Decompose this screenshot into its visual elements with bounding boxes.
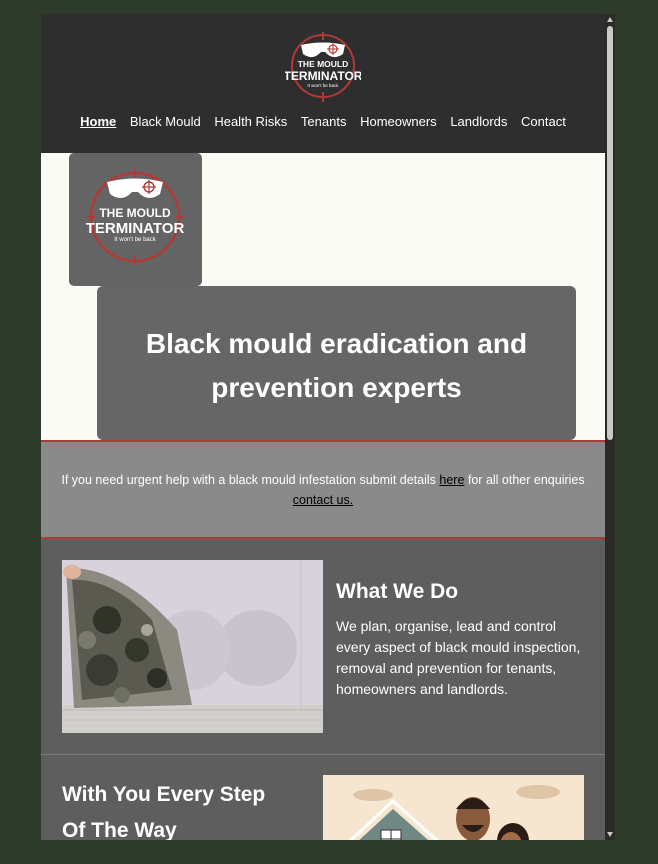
urgent-help-link[interactable]: here — [439, 473, 464, 487]
scroll-down-icon[interactable] — [607, 832, 613, 837]
hero-section: THE MOULD TERMINATOR It won't be back Bl… — [41, 153, 605, 440]
scroll-up-icon[interactable] — [607, 17, 613, 22]
browser-viewport: THE MOULD TERMINATOR It won't be back Ho… — [41, 14, 605, 840]
logo-tagline: It won't be back — [307, 83, 339, 88]
nav-landlords[interactable]: Landlords — [450, 114, 507, 129]
hero-heading: Black mould eradication and prevention e… — [97, 322, 576, 410]
logo-line2: TERMINATOR — [285, 69, 361, 83]
mouldy-wallpaper-image — [62, 560, 323, 733]
every-step-title-line1: With You Every Step — [62, 783, 266, 806]
urgent-notice: If you need urgent help with a black mou… — [41, 442, 605, 537]
logo-line1: THE MOULD — [298, 59, 349, 69]
notice-text: If you need urgent help with a black mou… — [51, 470, 595, 510]
what-we-do-title: What We Do — [336, 580, 459, 603]
notice-text-middle: for all other enquiries — [464, 473, 585, 487]
hero-logo: THE MOULD TERMINATOR It won't be back — [69, 153, 202, 286]
hero-heading-line1: Black mould eradication and — [145, 328, 528, 359]
nav-black-mould[interactable]: Black Mould — [130, 114, 201, 129]
scrollbar-thumb[interactable] — [607, 26, 613, 440]
nav-homeowners[interactable]: Homeowners — [360, 114, 437, 129]
every-step-title-line2: Of The Way — [62, 819, 177, 840]
hero-heading-box: Black mould eradication and prevention e… — [97, 286, 576, 440]
site-logo[interactable]: THE MOULD TERMINATOR It won't be back — [284, 32, 363, 102]
terminator-logo-large-icon: THE MOULD TERMINATOR It won't be back — [86, 169, 185, 265]
site-header: THE MOULD TERMINATOR It won't be back Ho… — [41, 14, 605, 153]
nav-tenants[interactable]: Tenants — [301, 114, 347, 129]
hero-logo-tagline: It won't be back — [114, 237, 157, 243]
family-house-illustration — [323, 775, 584, 840]
hero-logo-line2: TERMINATOR — [86, 220, 185, 237]
scrollbar[interactable] — [605, 14, 615, 840]
hero-heading-line2: prevention experts — [211, 372, 462, 403]
nav-contact[interactable]: Contact — [521, 114, 566, 129]
nav-health-risks[interactable]: Health Risks — [214, 114, 287, 129]
notice-text-before: If you need urgent help with a black mou… — [61, 473, 440, 487]
hero-logo-line1: THE MOULD — [99, 206, 171, 220]
nav-home[interactable]: Home — [80, 114, 116, 129]
what-we-do-section: What We Do We plan, organise, lead and c… — [41, 539, 605, 754]
what-we-do-body: We plan, organise, lead and control ever… — [336, 618, 581, 697]
every-step-title: With You Every Step Of The Way — [62, 777, 265, 840]
contact-us-link[interactable]: contact us. — [293, 493, 353, 507]
terminator-logo-icon: THE MOULD TERMINATOR It won't be back — [284, 32, 363, 102]
main-nav: Home Black Mould Health Risks Tenants Ho… — [41, 114, 605, 129]
every-step-section: With You Every Step Of The Way — [41, 755, 605, 840]
